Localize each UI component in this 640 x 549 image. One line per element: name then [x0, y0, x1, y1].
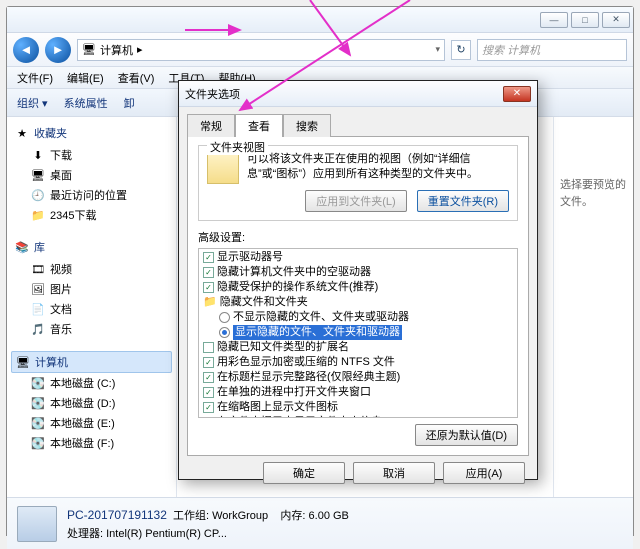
- tree-item[interactable]: 💽本地磁盘 (D:): [11, 393, 172, 413]
- menu-item[interactable]: 文件(F): [17, 70, 53, 86]
- workgroup-label: 工作组:: [173, 510, 209, 522]
- preview-pane: 选择要预览的文件。: [553, 117, 633, 497]
- radio-icon: [219, 327, 230, 338]
- address-bar[interactable]: 🖥 计算机 ▸ ▾: [77, 39, 445, 61]
- advanced-item[interactable]: 不显示隐藏的文件、文件夹或驱动器: [201, 310, 515, 325]
- folder-icon: 📁: [203, 295, 217, 310]
- minimize-button[interactable]: —: [540, 12, 568, 28]
- tree-item[interactable]: 🎵音乐: [11, 319, 172, 339]
- computer-large-icon: [17, 506, 57, 542]
- folder-view-group: 文件夹视图 可以将该文件夹正在使用的视图（例如“详细信息”或“图标”）应用到所有…: [198, 145, 518, 221]
- cpu-value: Intel(R) Pentium(R) CP...: [106, 528, 227, 540]
- folder-view-text: 可以将该文件夹正在使用的视图（例如“详细信息”或“图标”）应用到所有这种类型的文…: [247, 152, 509, 183]
- titlebar: — □ ✕: [7, 7, 633, 33]
- tab-pane-view: 文件夹视图 可以将该文件夹正在使用的视图（例如“详细信息”或“图标”）应用到所有…: [187, 136, 529, 456]
- tree-item[interactable]: 💽本地磁盘 (E:): [11, 413, 172, 433]
- nav-tree: ★收藏夹⬇下载🖥桌面🕘最近访问的位置📁2345下载 📚库🎞视频🖼图片📄文档🎵音乐 🖥…: [7, 117, 177, 497]
- dialog-title: 文件夹选项: [185, 86, 240, 102]
- advanced-item[interactable]: ✓隐藏计算机文件夹中的空驱动器: [201, 265, 515, 280]
- advanced-label: 高级设置:: [198, 229, 518, 245]
- workgroup-value: WorkGroup: [212, 510, 268, 522]
- advanced-item[interactable]: 📁隐藏文件和文件夹: [201, 295, 515, 310]
- restore-defaults-button[interactable]: 还原为默认值(D): [415, 424, 518, 446]
- advanced-settings-list[interactable]: ✓显示驱动器号✓隐藏计算机文件夹中的空驱动器✓隐藏受保护的操作系统文件(推荐)📁…: [198, 248, 518, 418]
- cancel-button[interactable]: 取消: [353, 462, 435, 484]
- cpu-label: 处理器:: [67, 528, 103, 540]
- tab-查看[interactable]: 查看: [235, 114, 283, 137]
- advanced-item[interactable]: ✓在单独的进程中打开文件夹窗口: [201, 385, 515, 400]
- memory-value: 6.00 GB: [309, 510, 349, 522]
- tree-header[interactable]: 📚库: [11, 237, 172, 259]
- breadcrumb-label: 计算机: [100, 42, 133, 58]
- ok-button[interactable]: 确定: [263, 462, 345, 484]
- tree-item[interactable]: 🖼图片: [11, 279, 172, 299]
- tree-header[interactable]: ★收藏夹: [11, 123, 172, 145]
- apply-button[interactable]: 应用(A): [443, 462, 525, 484]
- checkbox-icon: ✓: [203, 372, 214, 383]
- checkbox-icon: ✓: [203, 357, 214, 368]
- tree-header-computer[interactable]: 🖥计算机: [11, 351, 172, 373]
- tree-item[interactable]: 🖥桌面: [11, 165, 172, 185]
- tree-item[interactable]: 💽本地磁盘 (C:): [11, 373, 172, 393]
- refresh-button[interactable]: ↻: [451, 40, 471, 60]
- advanced-item[interactable]: 隐藏已知文件类型的扩展名: [201, 340, 515, 355]
- toolbar-item[interactable]: 组织 ▾: [17, 95, 48, 111]
- details-pane: PC-201707191132 工作组: WorkGroup 内存: 6.00 …: [7, 497, 633, 549]
- tree-item[interactable]: ⬇下载: [11, 145, 172, 165]
- tree-item[interactable]: 📄文档: [11, 299, 172, 319]
- back-button[interactable]: ◄: [13, 37, 39, 63]
- reset-folders-button[interactable]: 重置文件夹(R): [417, 190, 509, 212]
- search-input[interactable]: 搜索 计算机: [477, 39, 627, 61]
- pc-name: PC-201707191132: [67, 508, 167, 522]
- advanced-item[interactable]: 显示隐藏的文件、文件夹和驱动器: [201, 325, 515, 340]
- toolbar-item[interactable]: 卸: [124, 95, 135, 111]
- tree-item[interactable]: 💽本地磁盘 (F:): [11, 433, 172, 453]
- checkbox-icon: ✓: [203, 282, 214, 293]
- tab-搜索[interactable]: 搜索: [283, 114, 331, 137]
- advanced-item[interactable]: ✓用彩色显示加密或压缩的 NTFS 文件: [201, 355, 515, 370]
- address-dropdown-icon[interactable]: ▾: [435, 44, 440, 55]
- close-button[interactable]: ✕: [602, 12, 630, 28]
- menu-item[interactable]: 编辑(E): [67, 70, 104, 86]
- memory-label: 内存:: [280, 510, 305, 522]
- folder-view-icon: [207, 152, 239, 184]
- apply-to-folders-button: 应用到文件夹(L): [305, 190, 406, 212]
- advanced-item[interactable]: ✓在文件夹提示中显示文件大小信息: [201, 415, 515, 418]
- checkbox-icon: ✓: [203, 252, 214, 263]
- checkbox-icon: ✓: [203, 402, 214, 413]
- tab-常规[interactable]: 常规: [187, 114, 235, 137]
- maximize-button[interactable]: □: [571, 12, 599, 28]
- advanced-item[interactable]: ✓显示驱动器号: [201, 250, 515, 265]
- breadcrumb-sep: ▸: [137, 43, 143, 56]
- tree-item[interactable]: 📁2345下载: [11, 205, 172, 225]
- tree-item[interactable]: 🕘最近访问的位置: [11, 185, 172, 205]
- forward-button[interactable]: ►: [45, 37, 71, 63]
- nav-row: ◄ ► 🖥 计算机 ▸ ▾ ↻ 搜索 计算机: [7, 33, 633, 67]
- advanced-item[interactable]: ✓隐藏受保护的操作系统文件(推荐): [201, 280, 515, 295]
- folder-view-label: 文件夹视图: [207, 139, 268, 155]
- checkbox-icon: ✓: [203, 417, 214, 418]
- radio-icon: [219, 312, 230, 323]
- checkbox-icon: ✓: [203, 267, 214, 278]
- checkbox-icon: ✓: [203, 387, 214, 398]
- computer-icon: 🖥: [82, 43, 96, 57]
- folder-options-dialog: 文件夹选项 ✕ 常规查看搜索 文件夹视图 可以将该文件夹正在使用的视图（例如“详…: [178, 80, 538, 480]
- tree-item[interactable]: 🎞视频: [11, 259, 172, 279]
- dialog-close-button[interactable]: ✕: [503, 86, 531, 102]
- checkbox-icon: [203, 342, 214, 353]
- advanced-item[interactable]: ✓在缩略图上显示文件图标: [201, 400, 515, 415]
- dialog-tabs: 常规查看搜索: [179, 107, 537, 136]
- menu-item[interactable]: 查看(V): [118, 70, 155, 86]
- toolbar-item[interactable]: 系统属性: [64, 95, 108, 111]
- dialog-titlebar: 文件夹选项 ✕: [179, 81, 537, 107]
- advanced-item[interactable]: ✓在标题栏显示完整路径(仅限经典主题): [201, 370, 515, 385]
